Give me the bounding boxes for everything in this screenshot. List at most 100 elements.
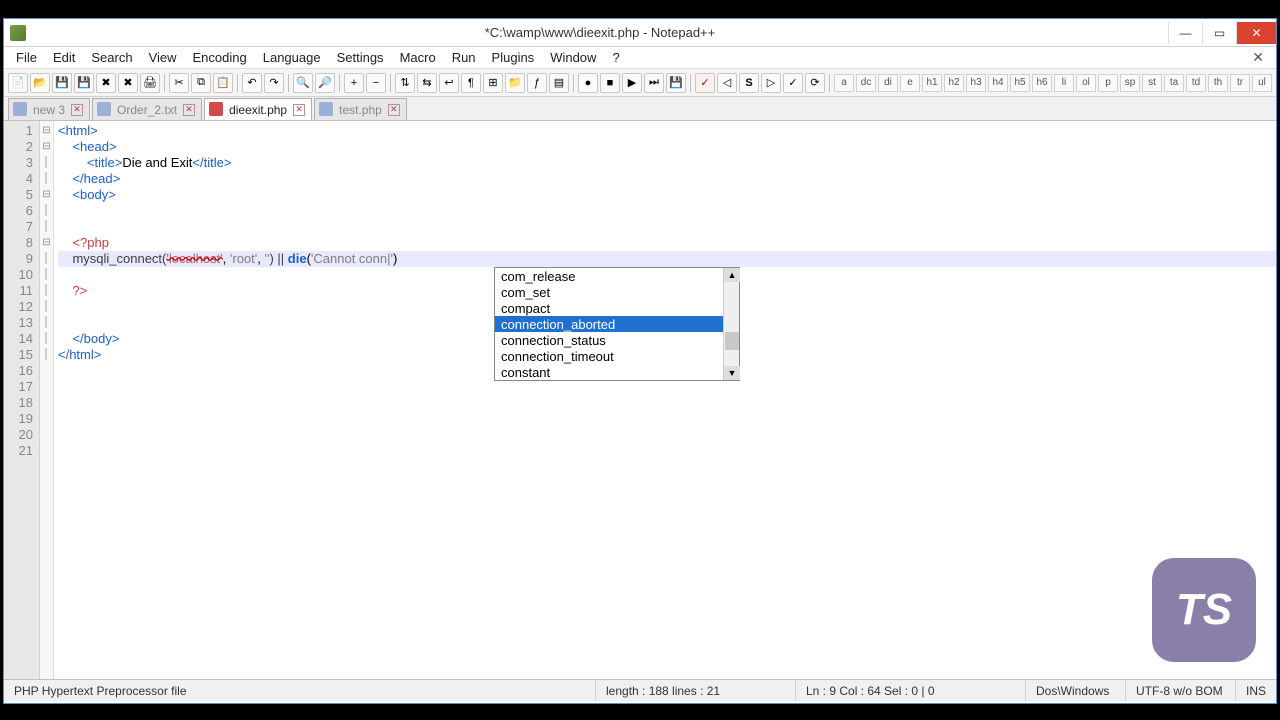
indent-guide-icon[interactable]: ⊞ [483,73,503,93]
autocomplete-item[interactable]: com_set [495,284,739,300]
menu-settings[interactable]: Settings [329,48,392,67]
toolbar: 📄 📂 💾 💾 ✖ ✖ 🖨 ✂ ⧉ 📋 ↶ ↷ 🔍 🔎 + − ⇅ ⇆ ↩ ¶ … [4,69,1276,97]
tag-h3-button[interactable]: h3 [966,74,986,92]
menu-encoding[interactable]: Encoding [185,48,255,67]
tab-close-icon[interactable]: ✕ [71,104,83,116]
tag-e-button[interactable]: e [900,74,920,92]
play-multi-icon[interactable]: ⏭ [644,73,664,93]
undo-icon[interactable]: ↶ [242,73,262,93]
tag-h1-button[interactable]: h1 [922,74,942,92]
tab-new--3[interactable]: new 3✕ [8,98,90,120]
autocomplete-item[interactable]: com_release [495,268,739,284]
tag-ol-button[interactable]: ol [1076,74,1096,92]
autocomplete-item[interactable]: compact [495,300,739,316]
autocomplete-item[interactable]: connection_status [495,332,739,348]
menu-view[interactable]: View [141,48,185,67]
wrap-icon[interactable]: ↩ [439,73,459,93]
s-icon[interactable]: S [739,73,759,93]
next-mark-icon[interactable]: ▷ [761,73,781,93]
autocomplete-item[interactable]: constant [495,364,739,380]
tag-sp-button[interactable]: sp [1120,74,1140,92]
app-window: *C:\wamp\www\dieexit.php - Notepad++ — ▭… [3,18,1277,704]
status-encoding: UTF-8 w/o BOM [1126,680,1236,701]
zoom-out-icon[interactable]: − [366,73,386,93]
find-icon[interactable]: 🔍 [293,73,313,93]
autocomplete-item[interactable]: connection_timeout [495,348,739,364]
scroll-thumb[interactable] [725,332,739,350]
editor[interactable]: 123456789101112131415161718192021 ⊟⊟││⊟│… [4,121,1276,679]
menu-language[interactable]: Language [255,48,329,67]
show-all-icon[interactable]: ¶ [461,73,481,93]
menu-macro[interactable]: Macro [392,48,444,67]
close-file-icon[interactable]: ✖ [96,73,116,93]
autocomplete-popup[interactable]: com_releasecom_setcompactconnection_abor… [494,267,740,381]
menu-plugins[interactable]: Plugins [484,48,543,67]
zoom-in-icon[interactable]: + [344,73,364,93]
abc-icon[interactable]: ✓ [783,73,803,93]
tag-th-button[interactable]: th [1208,74,1228,92]
close-button[interactable]: ✕ [1236,22,1276,44]
close-all-icon[interactable]: ✖ [118,73,138,93]
save-all-icon[interactable]: 💾 [74,73,94,93]
maximize-button[interactable]: ▭ [1202,22,1236,44]
save-icon[interactable]: 💾 [52,73,72,93]
tab-dieexit-php[interactable]: dieexit.php✕ [204,98,312,120]
tag-p-button[interactable]: p [1098,74,1118,92]
scroll-up-icon[interactable]: ▲ [724,268,740,282]
sync-v-icon[interactable]: ⇅ [395,73,415,93]
tag-dc-button[interactable]: dc [856,74,876,92]
status-mode: INS [1236,680,1276,701]
menu-help[interactable]: ? [604,48,627,67]
line-gutter: 123456789101112131415161718192021 [4,121,40,679]
autocomplete-scrollbar[interactable]: ▲ ▼ [723,268,739,380]
tag-h6-button[interactable]: h6 [1032,74,1052,92]
replace-icon[interactable]: 🔎 [315,73,335,93]
spellcheck-icon[interactable]: ✓ [695,73,715,93]
tag-di-button[interactable]: di [878,74,898,92]
code-area[interactable]: <html> <head> <title>Die and Exit</title… [54,121,1276,679]
status-language: PHP Hypertext Preprocessor file [4,680,596,701]
new-file-icon[interactable]: 📄 [8,73,28,93]
record-icon[interactable]: ● [578,73,598,93]
scroll-down-icon[interactable]: ▼ [724,366,740,380]
tag-ul-button[interactable]: ul [1252,74,1272,92]
mdi-close-icon[interactable]: ✕ [1244,49,1272,66]
menu-file[interactable]: File [8,48,45,67]
menu-edit[interactable]: Edit [45,48,83,67]
redo-icon[interactable]: ↷ [264,73,284,93]
folder-icon[interactable]: 📁 [505,73,525,93]
tag-st-button[interactable]: st [1142,74,1162,92]
status-position: Ln : 9 Col : 64 Sel : 0 | 0 [796,680,1026,701]
paste-icon[interactable]: 📋 [213,73,233,93]
sync-h-icon[interactable]: ⇆ [417,73,437,93]
tab-Order-2-txt[interactable]: Order_2.txt✕ [92,98,202,120]
prev-mark-icon[interactable]: ◁ [717,73,737,93]
function-list-icon[interactable]: ƒ [527,73,547,93]
tag-td-button[interactable]: td [1186,74,1206,92]
tag-ta-button[interactable]: ta [1164,74,1184,92]
tab-close-icon[interactable]: ✕ [183,104,195,116]
tag-h2-button[interactable]: h2 [944,74,964,92]
menu-search[interactable]: Search [83,48,140,67]
tag-li-button[interactable]: li [1054,74,1074,92]
tab-test-php[interactable]: test.php✕ [314,98,407,120]
tag-h4-button[interactable]: h4 [988,74,1008,92]
doc-map-icon[interactable]: ▤ [549,73,569,93]
tab-close-icon[interactable]: ✕ [293,104,305,116]
cut-icon[interactable]: ✂ [169,73,189,93]
tab-close-icon[interactable]: ✕ [388,104,400,116]
tag-h5-button[interactable]: h5 [1010,74,1030,92]
menu-window[interactable]: Window [542,48,604,67]
stop-icon[interactable]: ■ [600,73,620,93]
autocomplete-item[interactable]: connection_aborted [495,316,739,332]
menu-run[interactable]: Run [444,48,484,67]
print-icon[interactable]: 🖨 [140,73,160,93]
play-icon[interactable]: ▶ [622,73,642,93]
tag-tr-button[interactable]: tr [1230,74,1250,92]
minimize-button[interactable]: — [1168,22,1202,44]
open-file-icon[interactable]: 📂 [30,73,50,93]
copy-icon[interactable]: ⧉ [191,73,211,93]
tag-a-button[interactable]: a [834,74,854,92]
refresh-icon[interactable]: ⟳ [805,73,825,93]
save-macro-icon[interactable]: 💾 [666,73,686,93]
